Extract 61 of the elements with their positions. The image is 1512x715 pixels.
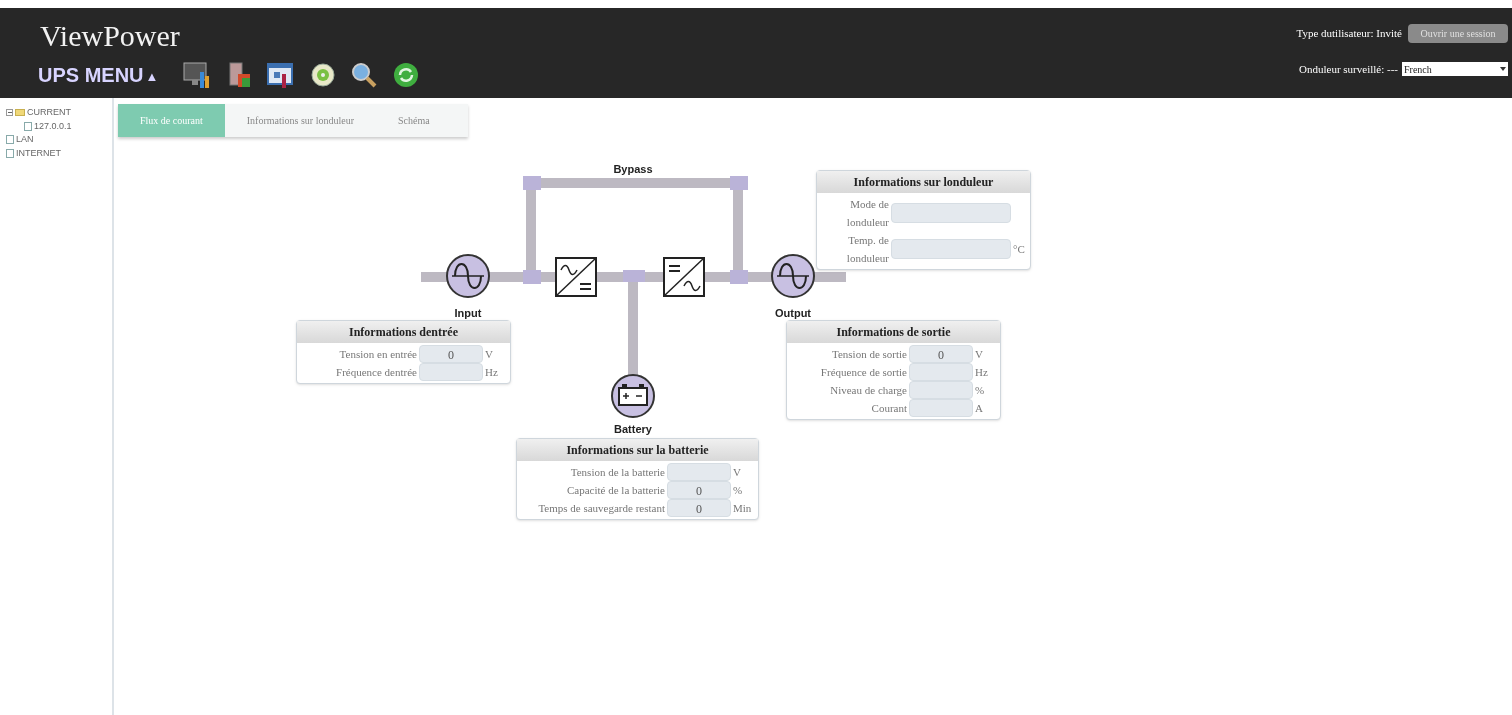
language-select[interactable]: French	[1402, 62, 1508, 77]
value-field	[909, 363, 973, 381]
field-label: Tension de la batterie	[569, 465, 665, 480]
field-label: Courant	[870, 401, 907, 416]
unit-label: V	[733, 464, 741, 480]
value-field	[667, 463, 731, 481]
tab[interactable]: Schéma	[375, 104, 452, 137]
tree-item[interactable]: INTERNET	[16, 146, 61, 160]
unit-label: %	[975, 382, 985, 398]
value-field	[909, 381, 973, 399]
diagram-label: Output	[775, 306, 811, 321]
unit-label: V	[485, 346, 493, 362]
unit-label: A	[975, 400, 983, 416]
refresh-icon[interactable]	[392, 61, 421, 89]
tab[interactable]: Informations sur londuleur	[224, 104, 376, 137]
user-type-label: Type dutilisateur: Invité	[1296, 26, 1402, 42]
field-label: Temps de sauvegarde restant	[537, 501, 665, 516]
ups-menu-button[interactable]: UPS MENU▲	[38, 60, 159, 90]
battery-icon	[611, 374, 655, 418]
field-label: Fréquence dentrée	[335, 365, 417, 380]
panel-title: Informations de sortie	[787, 321, 1000, 343]
rectifier-icon	[555, 257, 597, 297]
field-label: Niveau de charge	[829, 383, 907, 398]
panel-title: Informations sur la batterie	[517, 439, 758, 461]
search-icon[interactable]	[350, 61, 379, 89]
field-label: Temp. de londuleur	[845, 233, 889, 266]
field-label: Tension en entrée	[338, 347, 417, 362]
unit-label: Hz	[485, 364, 498, 380]
tree-item[interactable]: LAN	[16, 133, 34, 147]
value-field	[419, 363, 483, 381]
value-field: 0	[667, 499, 731, 517]
device-icon[interactable]	[226, 60, 253, 90]
field-label: Mode de londuleur	[845, 197, 889, 230]
field-label: Fréquence de sortie	[819, 365, 907, 380]
inverter-icon	[663, 257, 705, 297]
app-title: ViewPower	[40, 18, 181, 54]
caret-icon	[1500, 67, 1506, 72]
collapse-icon[interactable]	[6, 109, 13, 117]
value-field: 0	[909, 345, 973, 363]
unit-label: V	[975, 346, 983, 362]
unit-label: Hz	[975, 364, 988, 380]
disc-icon[interactable]	[310, 62, 337, 88]
monitored-ups-label: Onduleur surveillé: ---	[1299, 62, 1398, 77]
diagram-label: Input	[454, 306, 482, 321]
diagram-label: Bypass	[613, 162, 653, 177]
tree-item[interactable]: 127.0.0.1	[34, 119, 72, 133]
sine-wave-icon	[446, 254, 490, 298]
panel-title: Informations dentrée	[297, 321, 510, 343]
field-label: Tension de sortie	[831, 347, 907, 362]
tree-item[interactable]: CURRENT	[27, 106, 71, 120]
value-field	[909, 399, 973, 417]
sine-wave-icon	[771, 254, 815, 298]
folder-icon	[15, 109, 25, 117]
value-field: 0	[419, 345, 483, 363]
diagram-label: Battery	[614, 422, 652, 437]
unit-label: °C	[1013, 241, 1025, 257]
value-field: 0	[667, 481, 731, 499]
field-label: Capacité de la batterie	[565, 483, 665, 498]
unit-label: %	[733, 482, 743, 498]
panel-title: Informations sur londuleur	[817, 171, 1030, 193]
unit-label: Min	[733, 500, 752, 516]
